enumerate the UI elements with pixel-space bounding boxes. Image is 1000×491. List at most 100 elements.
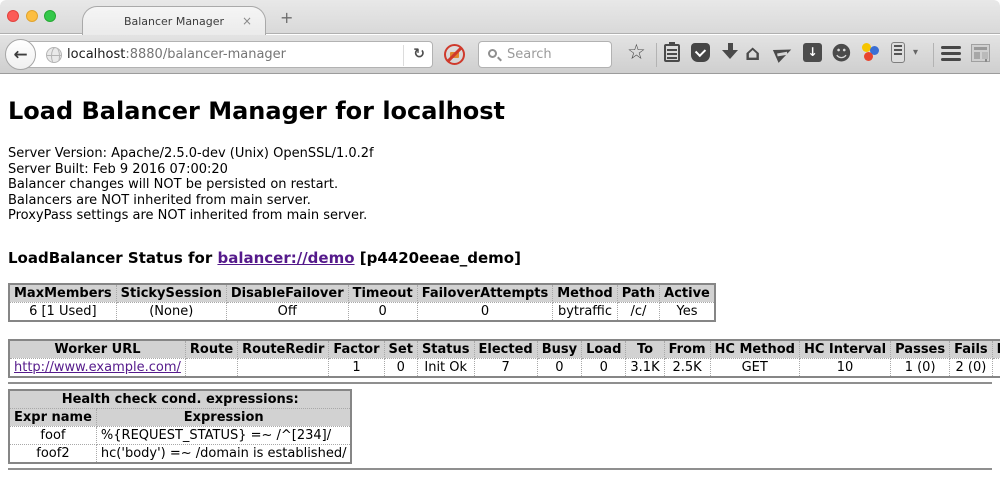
tab-balancer-manager[interactable]: Balancer Manager × [82, 6, 266, 35]
menu-hamburger-icon[interactable] [941, 46, 961, 62]
status-heading-suffix: [p4420eeae_demo] [355, 249, 521, 267]
toolbar-separator [933, 43, 934, 67]
table-header-row: Worker URL Route RouteRedir Factor Set S… [9, 340, 1000, 359]
inherit-notice-line: Balancers are NOT inherited from main se… [8, 193, 992, 209]
plugin-blocked-icon[interactable] [444, 44, 465, 65]
cell-passes: 1 (0) [891, 358, 950, 377]
worker-url-link[interactable]: http://www.example.com/ [14, 360, 181, 375]
section-divider [8, 382, 992, 384]
table-header-row: Expr name Expression [9, 408, 351, 426]
grid-window-icon[interactable] [971, 44, 990, 62]
urlbar-separator [403, 45, 404, 66]
cell-hc-method: GET [710, 358, 799, 377]
col-elected: Elected [474, 340, 537, 359]
cell-load: 0 [582, 358, 626, 377]
col-hc-method: HC Method [710, 340, 799, 359]
balancer-demo-link[interactable]: balancer://demo [217, 249, 354, 267]
cell-hc-interval: 10 [799, 358, 890, 377]
cell-failoverattempts: 0 [417, 302, 553, 321]
container-extension-icon[interactable] [891, 42, 905, 63]
col-worker-url: Worker URL [9, 340, 185, 359]
cell-stickysession: (None) [116, 302, 226, 321]
send-page-icon[interactable] [773, 43, 794, 63]
col-path: Path [617, 284, 659, 303]
window-close-button[interactable] [7, 10, 19, 22]
url-bar[interactable]: localhost:8880/balancer-manager ↻ [20, 41, 433, 68]
col-passes: Passes [891, 340, 950, 359]
col-disablefailover: DisableFailover [226, 284, 348, 303]
col-active: Active [660, 284, 715, 303]
col-to: To [626, 340, 664, 359]
col-timeout: Timeout [348, 284, 417, 303]
cell-to: 3.1K [626, 358, 664, 377]
url-host: localhost [67, 47, 125, 62]
cell-from: 2.5K [664, 358, 710, 377]
cell-hc-uri [992, 358, 1000, 377]
search-bar[interactable] [478, 41, 612, 68]
table-row: foof2 hc('body') =~ /domain is establish… [9, 444, 351, 463]
col-route: Route [185, 340, 237, 359]
health-check-table: Health check cond. expressions: Expr nam… [8, 389, 352, 464]
reload-icon[interactable]: ↻ [413, 46, 425, 62]
table-row: 6 [1 Used] (None) Off 0 0 bytraffic /c/ … [9, 302, 715, 321]
server-info-block: Server Version: Apache/2.5.0-dev (Unix) … [8, 146, 992, 224]
cell-path: /c/ [617, 302, 659, 321]
cell-status: Init Ok [417, 358, 474, 377]
tab-close-icon[interactable]: × [242, 14, 252, 28]
cell-worker-url: http://www.example.com/ [9, 358, 185, 377]
cell-expr-name: foof2 [9, 444, 96, 463]
cell-method: bytraffic [553, 302, 617, 321]
window-minimize-button[interactable] [26, 10, 38, 22]
browser-window: Balancer Manager × + localhost:8880/bala… [0, 0, 1000, 491]
window-zoom-button[interactable] [44, 10, 56, 22]
col-expression: Expression [96, 408, 351, 426]
col-failoverattempts: FailoverAttempts [417, 284, 553, 303]
tab-title: Balancer Manager [124, 15, 224, 28]
url-path: :8880/balancer-manager [125, 47, 286, 62]
col-status: Status [417, 340, 474, 359]
col-busy: Busy [537, 340, 581, 359]
back-button[interactable]: ← [5, 39, 36, 70]
cell-route [185, 358, 237, 377]
proxypass-notice-line: ProxyPass settings are NOT inherited fro… [8, 208, 992, 224]
site-identity-globe-icon[interactable] [46, 47, 62, 63]
col-expr-name: Expr name [9, 408, 96, 426]
extension-dropdown-icon[interactable]: ▾ [913, 47, 918, 58]
downloads-icon[interactable] [722, 43, 738, 61]
col-hc-interval: HC Interval [799, 340, 890, 359]
cell-busy: 0 [537, 358, 581, 377]
table-header-row: MaxMembers StickySession DisableFailover… [9, 284, 715, 303]
titlebar: Balancer Manager × + [0, 0, 1000, 34]
clipboard-icon[interactable] [664, 44, 680, 62]
cell-expression: %{REQUEST_STATUS} =~ /^[234]/ [96, 426, 351, 444]
search-input[interactable] [505, 45, 605, 64]
download-panel-icon[interactable]: ↓ [803, 43, 822, 62]
cell-timeout: 0 [348, 302, 417, 321]
col-from: From [664, 340, 710, 359]
col-set: Set [384, 340, 417, 359]
server-built-line: Server Built: Feb 9 2016 07:00:20 [8, 162, 992, 178]
colored-dots-extension-icon[interactable] [861, 43, 881, 63]
page-title: Load Balancer Manager for localhost [8, 97, 992, 125]
navigation-toolbar: localhost:8880/balancer-manager ↻ ← ☆ ⌂ … [0, 35, 1000, 74]
cell-disablefailover: Off [226, 302, 348, 321]
status-heading-prefix: LoadBalancer Status for [8, 249, 217, 267]
col-factor: Factor [329, 340, 384, 359]
cell-set: 0 [384, 358, 417, 377]
col-method: Method [553, 284, 617, 303]
bookmark-star-icon[interactable]: ☆ [627, 40, 646, 64]
feedback-smiley-icon[interactable]: ☻ [831, 41, 852, 65]
col-hc-uri: HC uri [992, 340, 1000, 359]
cell-fails: 2 (0) [950, 358, 993, 377]
pocket-icon[interactable] [691, 43, 710, 62]
url-text[interactable]: localhost:8880/balancer-manager [67, 47, 286, 62]
search-icon [488, 49, 497, 58]
cell-expression: hc('body') =~ /domain is established/ [96, 444, 351, 463]
new-tab-button[interactable]: + [280, 8, 293, 27]
home-icon[interactable]: ⌂ [745, 41, 760, 65]
cell-maxmembers: 6 [1 Used] [9, 302, 116, 321]
page-bottom-divider [8, 468, 992, 470]
col-maxmembers: MaxMembers [9, 284, 116, 303]
page-content: Load Balancer Manager for localhost Serv… [0, 75, 1000, 491]
cell-elected: 7 [474, 358, 537, 377]
